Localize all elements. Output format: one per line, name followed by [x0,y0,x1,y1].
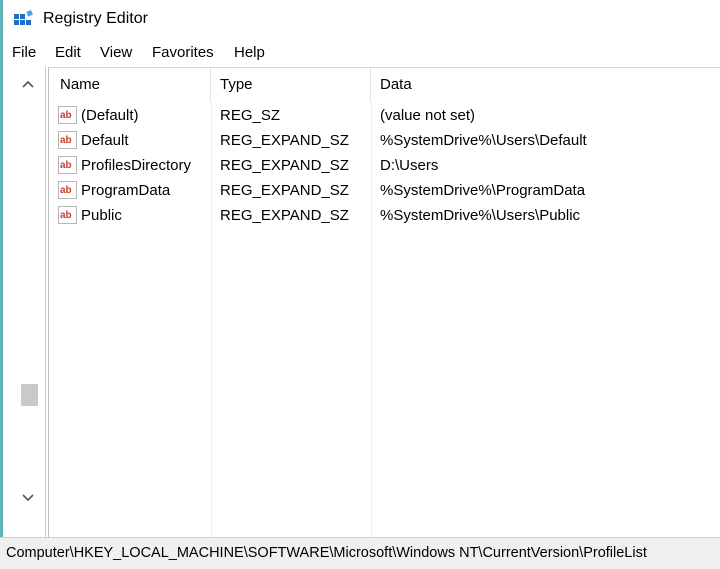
string-value-icon: ab [58,131,77,149]
string-value-icon: ab [58,181,77,199]
value-data: D:\Users [380,157,439,174]
value-type: REG_EXPAND_SZ [220,207,349,224]
value-type: REG_SZ [220,107,281,124]
value-row[interactable]: ab ProgramData REG_EXPAND_SZ %SystemDriv… [49,178,720,203]
key-tree-pane[interactable] [3,67,46,537]
menu-file[interactable]: File [12,44,36,61]
column-header-name[interactable]: Name [49,68,211,102]
value-data: %SystemDrive%\Users\Public [380,207,581,224]
value-row[interactable]: ab Default REG_EXPAND_SZ %SystemDrive%\U… [49,128,720,153]
values-list[interactable]: Name Type Data ab (Default) REG_SZ (valu… [48,67,720,538]
value-type: REG_EXPAND_SZ [220,132,349,149]
scroll-down-arrow-icon[interactable] [11,485,45,511]
svg-text:ab: ab [60,210,72,221]
menu-help[interactable]: Help [234,44,265,61]
menu-favorites[interactable]: Favorites [152,44,214,61]
value-data: %SystemDrive%\ProgramData [380,182,586,199]
value-row[interactable]: ab ProfilesDirectory REG_EXPAND_SZ D:\Us… [49,153,720,178]
scroll-up-arrow-icon[interactable] [11,71,45,97]
value-row[interactable]: ab Public REG_EXPAND_SZ %SystemDrive%\Us… [49,203,720,228]
registry-path: Computer\HKEY_LOCAL_MACHINE\SOFTWARE\Mic… [6,545,647,561]
tree-vertical-scrollbar[interactable] [11,67,45,537]
string-value-icon: ab [58,106,77,124]
value-data: (value not set) [380,107,476,124]
svg-text:ab: ab [60,160,72,171]
value-name: Default [81,132,129,149]
value-row[interactable]: ab (Default) REG_SZ (value not set) [49,103,720,128]
window-title: Registry Editor [43,10,148,27]
menu-bar: File Edit View Favorites Help [3,40,720,66]
value-data: %SystemDrive%\Users\Default [380,132,587,149]
value-name: ProfilesDirectory [81,157,192,174]
value-name: (Default) [81,107,139,124]
column-header-type[interactable]: Type [211,68,371,102]
svg-text:ab: ab [60,185,72,196]
svg-text:ab: ab [60,110,72,121]
svg-text:ab: ab [60,135,72,146]
value-name: Public [81,207,122,224]
menu-edit[interactable]: Edit [55,44,81,61]
column-header-data[interactable]: Data [371,68,720,102]
value-name: ProgramData [81,182,171,199]
value-type: REG_EXPAND_SZ [220,157,349,174]
registry-editor-icon [14,10,33,25]
value-type: REG_EXPAND_SZ [220,182,349,199]
menu-view[interactable]: View [100,44,132,61]
string-value-icon: ab [58,206,77,224]
string-value-icon: ab [58,156,77,174]
title-bar[interactable]: Registry Editor [3,0,720,38]
status-bar: Computer\HKEY_LOCAL_MACHINE\SOFTWARE\Mic… [0,537,720,569]
scroll-thumb[interactable] [21,384,38,406]
